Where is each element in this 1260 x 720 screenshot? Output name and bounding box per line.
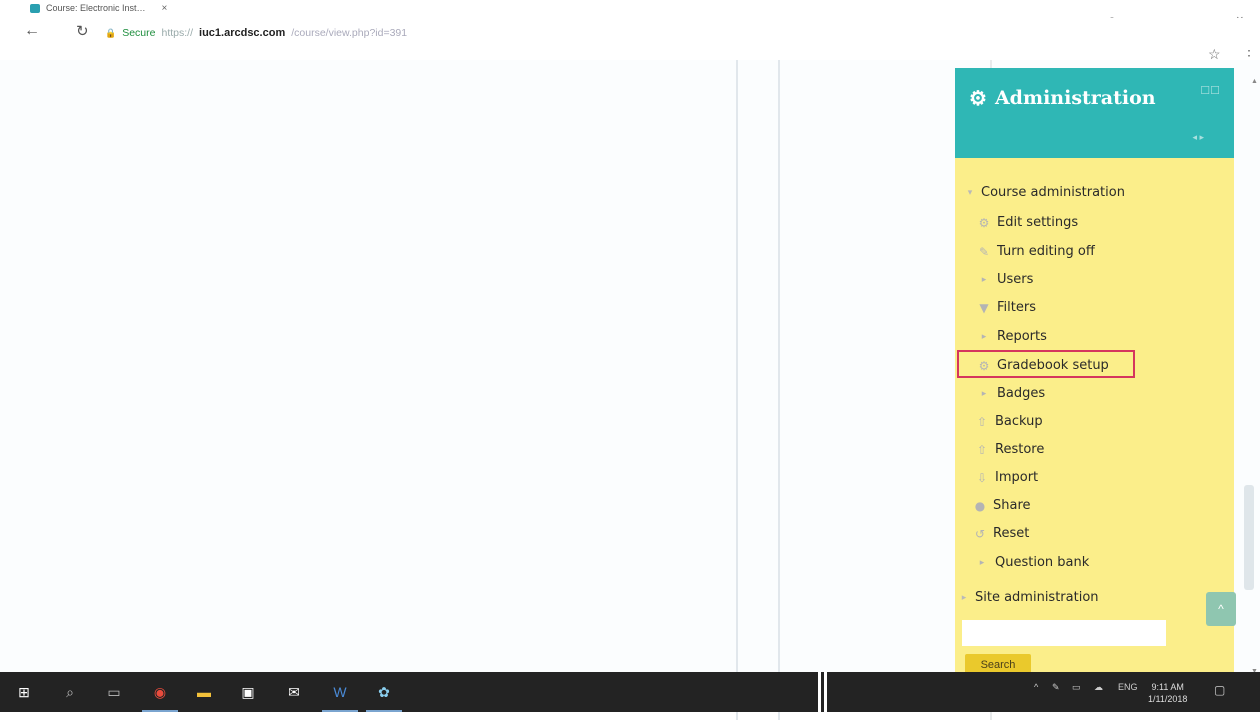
menu-item-users[interactable]: ▸ Users: [977, 272, 1034, 287]
battery-icon[interactable]: ▭: [1072, 682, 1081, 693]
browser-tab[interactable]: Course: Electronic Inst… ×: [30, 0, 167, 16]
language-indicator[interactable]: ENG: [1118, 682, 1138, 692]
menu-item-badges[interactable]: ▸ Badges: [977, 386, 1045, 401]
clock-time: 9:11 AM: [1151, 682, 1184, 692]
menu-item-filters[interactable]: ▼ Filters: [977, 300, 1036, 315]
menu-item-edit-settings[interactable]: ⚙ Edit settings: [977, 215, 1079, 230]
block-move-icon[interactable]: ◂ ▸: [1192, 132, 1204, 143]
url-field[interactable]: 🔒 Secure https:// iuc1.arcdsc.com /cours…: [105, 27, 407, 39]
block-actions-icon[interactable]: ☐☐: [1200, 84, 1220, 97]
browser-tab-strip: [0, 0, 1260, 18]
scan-line: [818, 672, 821, 712]
notifications-icon[interactable]: ▢: [1214, 683, 1225, 697]
globe-icon: ●: [974, 498, 986, 513]
menu-item-label: Edit settings: [997, 215, 1079, 230]
menu-item-label: Import: [995, 470, 1039, 485]
clock-date: 1/11/2018: [1148, 694, 1188, 704]
word-icon[interactable]: W: [330, 682, 350, 702]
scrollbar-thumb[interactable]: [1244, 485, 1254, 590]
pencil-icon: ✎: [978, 244, 990, 259]
menu-item-question-bank[interactable]: ▸ Question bank: [975, 555, 1090, 570]
reset-icon: ↺: [974, 526, 986, 541]
scan-line: [778, 60, 780, 720]
menu-item-reset[interactable]: ↺ Reset: [973, 526, 1029, 541]
upload-icon: ⇧: [976, 442, 988, 457]
lock-icon: 🔒: [105, 27, 117, 38]
upload-icon: ⇧: [976, 414, 988, 429]
windows-start-icon[interactable]: ⊞: [14, 682, 34, 702]
tab-close-icon[interactable]: ×: [162, 3, 168, 14]
download-icon: ⇩: [976, 470, 988, 485]
expand-arrow-icon: ▸: [981, 388, 987, 399]
back-icon[interactable]: ←: [24, 22, 40, 40]
menu-item-gradebook-setup[interactable]: ⚙ Gradebook setup: [977, 358, 1109, 373]
url-host: iuc1.arcdsc.com: [199, 27, 286, 39]
tab-title: Course: Electronic Inst…: [46, 3, 146, 13]
cogs-icon: ⚙: [969, 86, 987, 110]
course-administration-label: Course administration: [981, 185, 1125, 200]
filter-icon: ▼: [979, 300, 989, 315]
menu-item-label: Restore: [995, 442, 1045, 457]
administration-title: ⚙ Administration: [969, 86, 1156, 110]
active-app-indicator: [366, 710, 402, 712]
search-icon[interactable]: ⌕: [60, 682, 80, 702]
url-scheme: https://: [161, 27, 194, 39]
secure-label: Secure: [122, 27, 156, 39]
back-to-top-button[interactable]: ^: [1206, 592, 1236, 626]
site-favicon-icon: [30, 3, 40, 13]
administration-title-text: Administration: [994, 87, 1156, 109]
task-view-icon[interactable]: ▭: [104, 682, 124, 702]
administration-header: ⚙ Administration ☐☐ ◂ ▸: [955, 68, 1234, 158]
gear-icon: ⚙: [978, 215, 990, 230]
menu-item-label: Gradebook setup: [997, 358, 1109, 373]
menu-item-label: Reports: [997, 329, 1047, 344]
menu-item-restore[interactable]: ⇧ Restore: [975, 442, 1044, 457]
menu-item-label: Badges: [997, 386, 1046, 401]
menu-item-label: Question bank: [995, 555, 1090, 570]
gear-icon: ⚙: [978, 358, 990, 373]
reload-icon[interactable]: ↻: [76, 22, 89, 40]
active-app-indicator: [142, 710, 178, 712]
onedrive-icon[interactable]: ☁: [1094, 682, 1103, 693]
file-explorer-icon[interactable]: ▬: [194, 682, 214, 702]
chrome-icon[interactable]: ◉: [150, 682, 170, 702]
expand-arrow-icon: ▸: [961, 592, 967, 603]
site-administration-node[interactable]: ▸ Site administration: [959, 590, 1099, 605]
menu-item-label: Share: [993, 498, 1031, 513]
scan-line: [736, 60, 738, 720]
administration-block: ⚙ Administration ☐☐ ◂ ▸ ▾ Course adminis…: [955, 68, 1234, 676]
store-icon[interactable]: ▣: [238, 682, 258, 702]
menu-item-share[interactable]: ● Share: [973, 498, 1031, 513]
active-app-indicator: [322, 710, 358, 712]
url-path: /course/view.php?id=391: [291, 27, 408, 39]
admin-search-input[interactable]: [962, 620, 1166, 646]
pen-icon[interactable]: ✎: [1052, 682, 1060, 693]
menu-item-label: Reset: [993, 526, 1030, 541]
menu-item-label: Turn editing off: [997, 244, 1095, 259]
chevron-up-icon: ^: [1218, 602, 1224, 616]
scroll-up-icon[interactable]: ▲: [1251, 78, 1258, 85]
expand-arrow-icon: ▸: [981, 331, 987, 342]
menu-item-label: Backup: [995, 414, 1043, 429]
menu-item-import[interactable]: ⇩ Import: [975, 470, 1038, 485]
paint-icon[interactable]: ✿: [374, 682, 394, 702]
menu-item-turn-editing-off[interactable]: ✎ Turn editing off: [977, 244, 1095, 259]
show-hidden-icons-icon[interactable]: ^: [1034, 682, 1038, 692]
scan-line: [824, 672, 827, 712]
collapse-arrow-icon: ▾: [967, 187, 973, 198]
course-administration-node[interactable]: ▾ Course administration: [965, 185, 1125, 200]
mail-icon[interactable]: ✉: [284, 682, 304, 702]
menu-item-label: Filters: [997, 300, 1036, 315]
expand-arrow-icon: ▸: [981, 274, 987, 285]
menu-item-reports[interactable]: ▸ Reports: [977, 329, 1047, 344]
expand-arrow-icon: ▸: [979, 557, 985, 568]
menu-item-label: Users: [997, 272, 1034, 287]
site-administration-label: Site administration: [975, 590, 1099, 605]
windows-taskbar: [0, 672, 1260, 712]
system-clock[interactable]: 9:11 AM 1/11/2018: [1148, 681, 1187, 705]
menu-item-backup[interactable]: ⇧ Backup: [975, 414, 1043, 429]
